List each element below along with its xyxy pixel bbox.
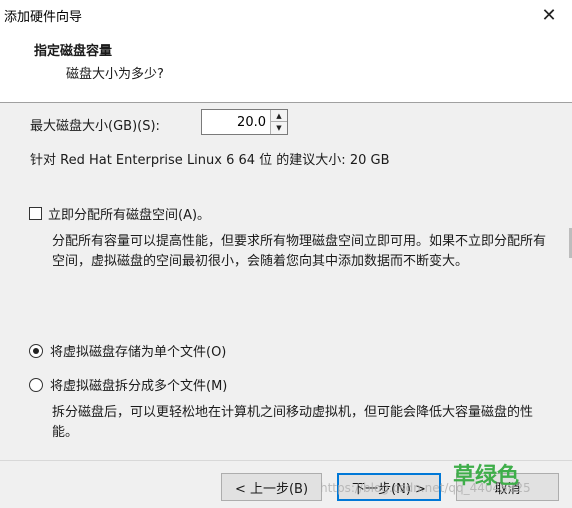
wizard-header: 指定磁盘容量 磁盘大小为多少? (0, 30, 572, 103)
multi-file-option[interactable]: 将虚拟磁盘拆分成多个文件(M) (29, 375, 227, 394)
spin-down-button[interactable]: ▼ (270, 122, 287, 134)
single-file-radio[interactable] (29, 343, 43, 358)
split-description: 拆分磁盘后，可以更轻松地在计算机之间移动虚拟机，但可能会降低大容量磁盘的性能。 (52, 405, 534, 440)
page-title: 指定磁盘容量 (34, 44, 113, 59)
window-title: 添加硬件向导 (4, 10, 83, 25)
close-icon: ✕ (541, 4, 557, 26)
back-button[interactable]: < 上一步(B) (221, 473, 322, 501)
allocate-description: 分配所有容量可以提高性能，但要求所有物理磁盘空间立即可用。如果不立即分配所有空间… (52, 234, 547, 269)
disk-size-stepper[interactable]: ▲ ▼ (201, 109, 288, 135)
allocate-now-checkbox[interactable] (29, 207, 42, 220)
single-file-label[interactable]: 将虚拟磁盘存储为单个文件(O) (50, 341, 226, 360)
close-button[interactable]: ✕ (526, 0, 572, 30)
arrow-down-icon: ▼ (276, 124, 282, 132)
max-size-label: 最大磁盘大小(GB)(S): (30, 119, 160, 134)
recommended-size-text: 针对 Red Hat Enterprise Linux 6 64 位 的建议大小… (30, 153, 390, 168)
title-bar: 添加硬件向导 ✕ (0, 0, 572, 30)
arrow-up-icon: ▲ (276, 111, 282, 120)
single-file-option[interactable]: 将虚拟磁盘存储为单个文件(O) (29, 341, 226, 360)
disk-size-input[interactable] (202, 110, 268, 134)
multi-file-radio[interactable] (29, 377, 43, 392)
allocate-now-option[interactable]: 立即分配所有磁盘空间(A)。 (29, 204, 210, 223)
page-subtitle: 磁盘大小为多少? (66, 67, 164, 82)
allocate-now-label[interactable]: 立即分配所有磁盘空间(A)。 (48, 204, 210, 223)
watermark-brand: 草绿色 (453, 464, 520, 489)
multi-file-label[interactable]: 将虚拟磁盘拆分成多个文件(M) (50, 375, 227, 394)
spin-up-button[interactable]: ▲ (270, 110, 287, 122)
